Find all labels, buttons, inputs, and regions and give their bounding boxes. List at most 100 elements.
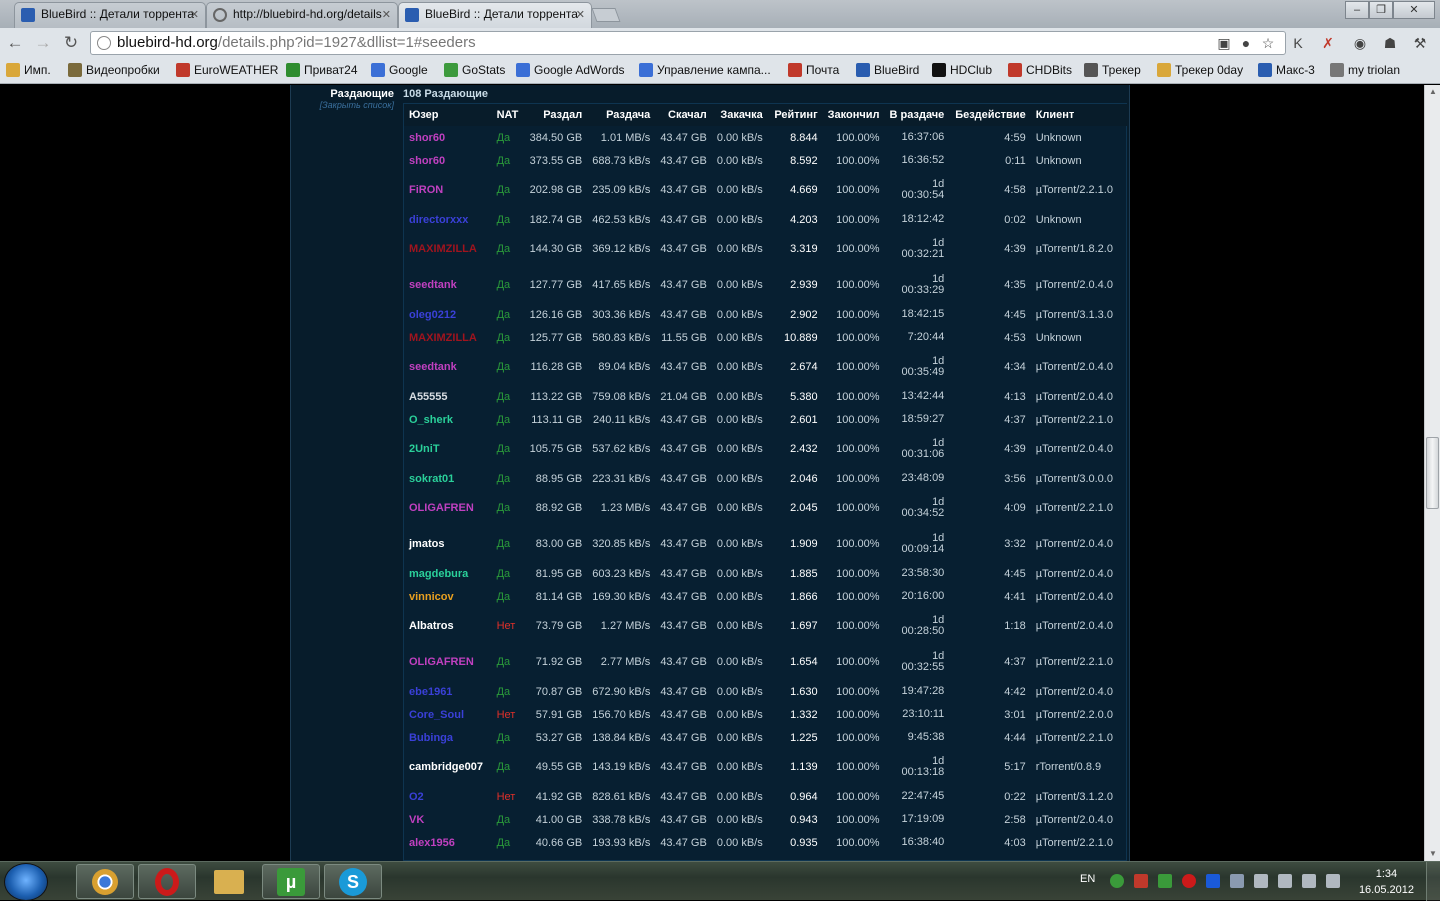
close-tab-icon[interactable]: ✕	[576, 8, 585, 21]
user-link[interactable]: Bubinga	[404, 726, 492, 749]
wrench-menu-icon[interactable]: ⚒	[1410, 33, 1430, 53]
forward-button[interactable]: →	[32, 32, 54, 54]
tray-power-icon[interactable]	[1278, 874, 1292, 888]
tray-utorrent-icon[interactable]	[1158, 874, 1172, 888]
reload-button[interactable]: ↻	[60, 32, 82, 54]
user-link[interactable]: magdebura	[404, 562, 492, 585]
cell-seeding: 23:48:09	[901, 472, 945, 484]
extension-icon[interactable]: ▣	[1214, 33, 1234, 53]
user-link[interactable]: VK	[404, 808, 492, 831]
maximize-button[interactable]: ❐	[1369, 1, 1393, 19]
user-link[interactable]: MAXIMZILLA	[404, 326, 492, 349]
user-link[interactable]: O_sherk	[404, 408, 492, 431]
user-link[interactable]: seedtank	[404, 349, 492, 385]
user-link[interactable]: A55555	[404, 385, 492, 408]
cell-ratio: 10.889	[784, 331, 818, 344]
cell-done: 100.00%	[836, 567, 880, 580]
network-icon[interactable]	[1302, 874, 1316, 888]
cell-down-speed: 0.00 kB/s	[716, 567, 763, 580]
minimize-button[interactable]: –	[1345, 1, 1369, 19]
user-link[interactable]: oleg0212	[404, 303, 492, 326]
user-link[interactable]: shor60	[404, 126, 492, 149]
bookmark-star-icon[interactable]: ☆	[1258, 33, 1278, 53]
extension-red-icon[interactable]: ✗	[1318, 33, 1338, 53]
address-bar[interactable]: bluebird-hd.org/details.php?id=1927&dlli…	[90, 31, 1286, 55]
bookmark-maks3[interactable]: Макс-3	[1258, 63, 1315, 77]
user-link[interactable]: sokrat01	[404, 467, 492, 490]
back-button[interactable]: ←	[4, 32, 26, 54]
tray-device-icon[interactable]	[1230, 874, 1244, 888]
new-tab-button[interactable]	[591, 8, 621, 22]
user-link[interactable]: OLIGAFREN	[404, 644, 492, 680]
user-link[interactable]: cambridge007	[404, 749, 492, 785]
extension-k-icon[interactable]: K	[1288, 33, 1308, 53]
start-button[interactable]	[4, 863, 48, 901]
bookmark-my-triolan[interactable]: my triolan	[1330, 63, 1400, 77]
scroll-down-arrow-icon[interactable]: ▼	[1425, 847, 1440, 861]
tray-usb-icon[interactable]	[1254, 874, 1268, 888]
user-link[interactable]: directorxxx	[404, 208, 492, 231]
tab-1[interactable]: BlueBird :: Детали торрента ✕	[14, 2, 206, 28]
vertical-scrollbar[interactable]: ▲ ▼	[1424, 85, 1440, 861]
user-link[interactable]: jmatos	[404, 526, 492, 562]
user-link[interactable]: vinnicov	[404, 585, 492, 608]
extension-globe-icon[interactable]: ◉	[1350, 33, 1370, 53]
lightbulb-icon[interactable]: ●	[1236, 33, 1256, 53]
cell-uploaded: 105.75 GB	[529, 443, 583, 455]
scroll-up-arrow-icon[interactable]: ▲	[1425, 85, 1440, 99]
user-link[interactable]: Albatros	[404, 608, 492, 644]
tab-3-active[interactable]: BlueBird :: Детали торрента ✕	[398, 2, 592, 28]
weather-icon	[176, 63, 190, 77]
bookmark-euroweather[interactable]: EuroWEATHER	[176, 63, 278, 77]
user-link[interactable]: MAXIMZILLA	[404, 231, 492, 267]
bookmark-gostats[interactable]: GoStats	[444, 63, 505, 77]
user-link[interactable]: Core_Soul	[404, 703, 492, 726]
extension-people-icon[interactable]: ☗	[1380, 33, 1400, 53]
cell-client: µTorrent/2.2.1.0	[1035, 731, 1113, 744]
bookmark-tracker[interactable]: Трекер	[1084, 63, 1141, 77]
bookmark-tracker-0day[interactable]: Трекер 0day	[1157, 63, 1243, 77]
bookmark-mail[interactable]: Почта	[788, 63, 839, 77]
language-indicator[interactable]: EN	[1080, 873, 1095, 885]
user-link[interactable]: seedtank	[404, 267, 492, 303]
bluetooth-icon[interactable]	[1206, 874, 1220, 888]
user-link[interactable]: FiRON	[404, 172, 492, 208]
cell-uploaded: 40.66 GB	[535, 836, 583, 849]
table-row: MAXIMZILLA Да 144.30 GB 369.12 kB/s 43.47 GB…	[404, 231, 1128, 267]
clock[interactable]: 1:34 16.05.2012	[1359, 866, 1414, 898]
tray-app-icon[interactable]	[1110, 874, 1124, 888]
bookmark-google[interactable]: Google	[371, 63, 428, 77]
close-window-button[interactable]: ✕	[1393, 1, 1435, 19]
opera-taskbar-button[interactable]	[138, 864, 196, 899]
user-link[interactable]: ebe1961	[404, 680, 492, 703]
scrollbar-thumb[interactable]	[1426, 437, 1439, 509]
close-tab-icon[interactable]: ✕	[190, 8, 199, 21]
bookmark-privat24[interactable]: Приват24	[286, 63, 358, 77]
bookmark-hdclub[interactable]: HDClub	[932, 63, 992, 77]
bookmark-videoprobki[interactable]: Видеопробки	[68, 63, 160, 77]
show-desktop-button[interactable]	[1426, 862, 1440, 901]
tray-opera-icon[interactable]	[1182, 874, 1196, 888]
user-link[interactable]: 2UniT	[404, 431, 492, 467]
cell-done: 100.00%	[836, 620, 880, 632]
tray-antivirus-icon[interactable]	[1134, 874, 1148, 888]
chrome-taskbar-button[interactable]	[76, 864, 134, 899]
user-link[interactable]: O2	[404, 785, 492, 808]
utorrent-taskbar-button[interactable]: µ	[262, 864, 320, 899]
bookmark-bluebird[interactable]: BlueBird	[856, 63, 919, 77]
close-list-link[interactable]: [Закрыть список]	[291, 100, 394, 110]
skype-taskbar-button[interactable]: S	[324, 864, 382, 899]
tab-2[interactable]: http://bluebird-hd.org/details ✕	[206, 2, 398, 28]
volume-icon[interactable]	[1326, 874, 1340, 888]
user-link[interactable]: shor60	[404, 149, 492, 172]
explorer-taskbar-button[interactable]	[200, 864, 258, 899]
user-link[interactable]: alex1956	[404, 831, 492, 854]
close-tab-icon[interactable]: ✕	[382, 8, 391, 21]
bookmark-imp[interactable]: Имп.	[6, 63, 51, 77]
user-link[interactable]: OLIGAFREN	[404, 490, 492, 526]
bookmark-adwords[interactable]: Google AdWords	[516, 63, 625, 77]
page-icon	[97, 36, 111, 50]
bookmark-chdbits[interactable]: CHDBits	[1008, 63, 1072, 77]
bookmark-campaigns[interactable]: Управление кампа...	[639, 63, 771, 77]
cell-ratio: 2.674	[790, 361, 818, 373]
